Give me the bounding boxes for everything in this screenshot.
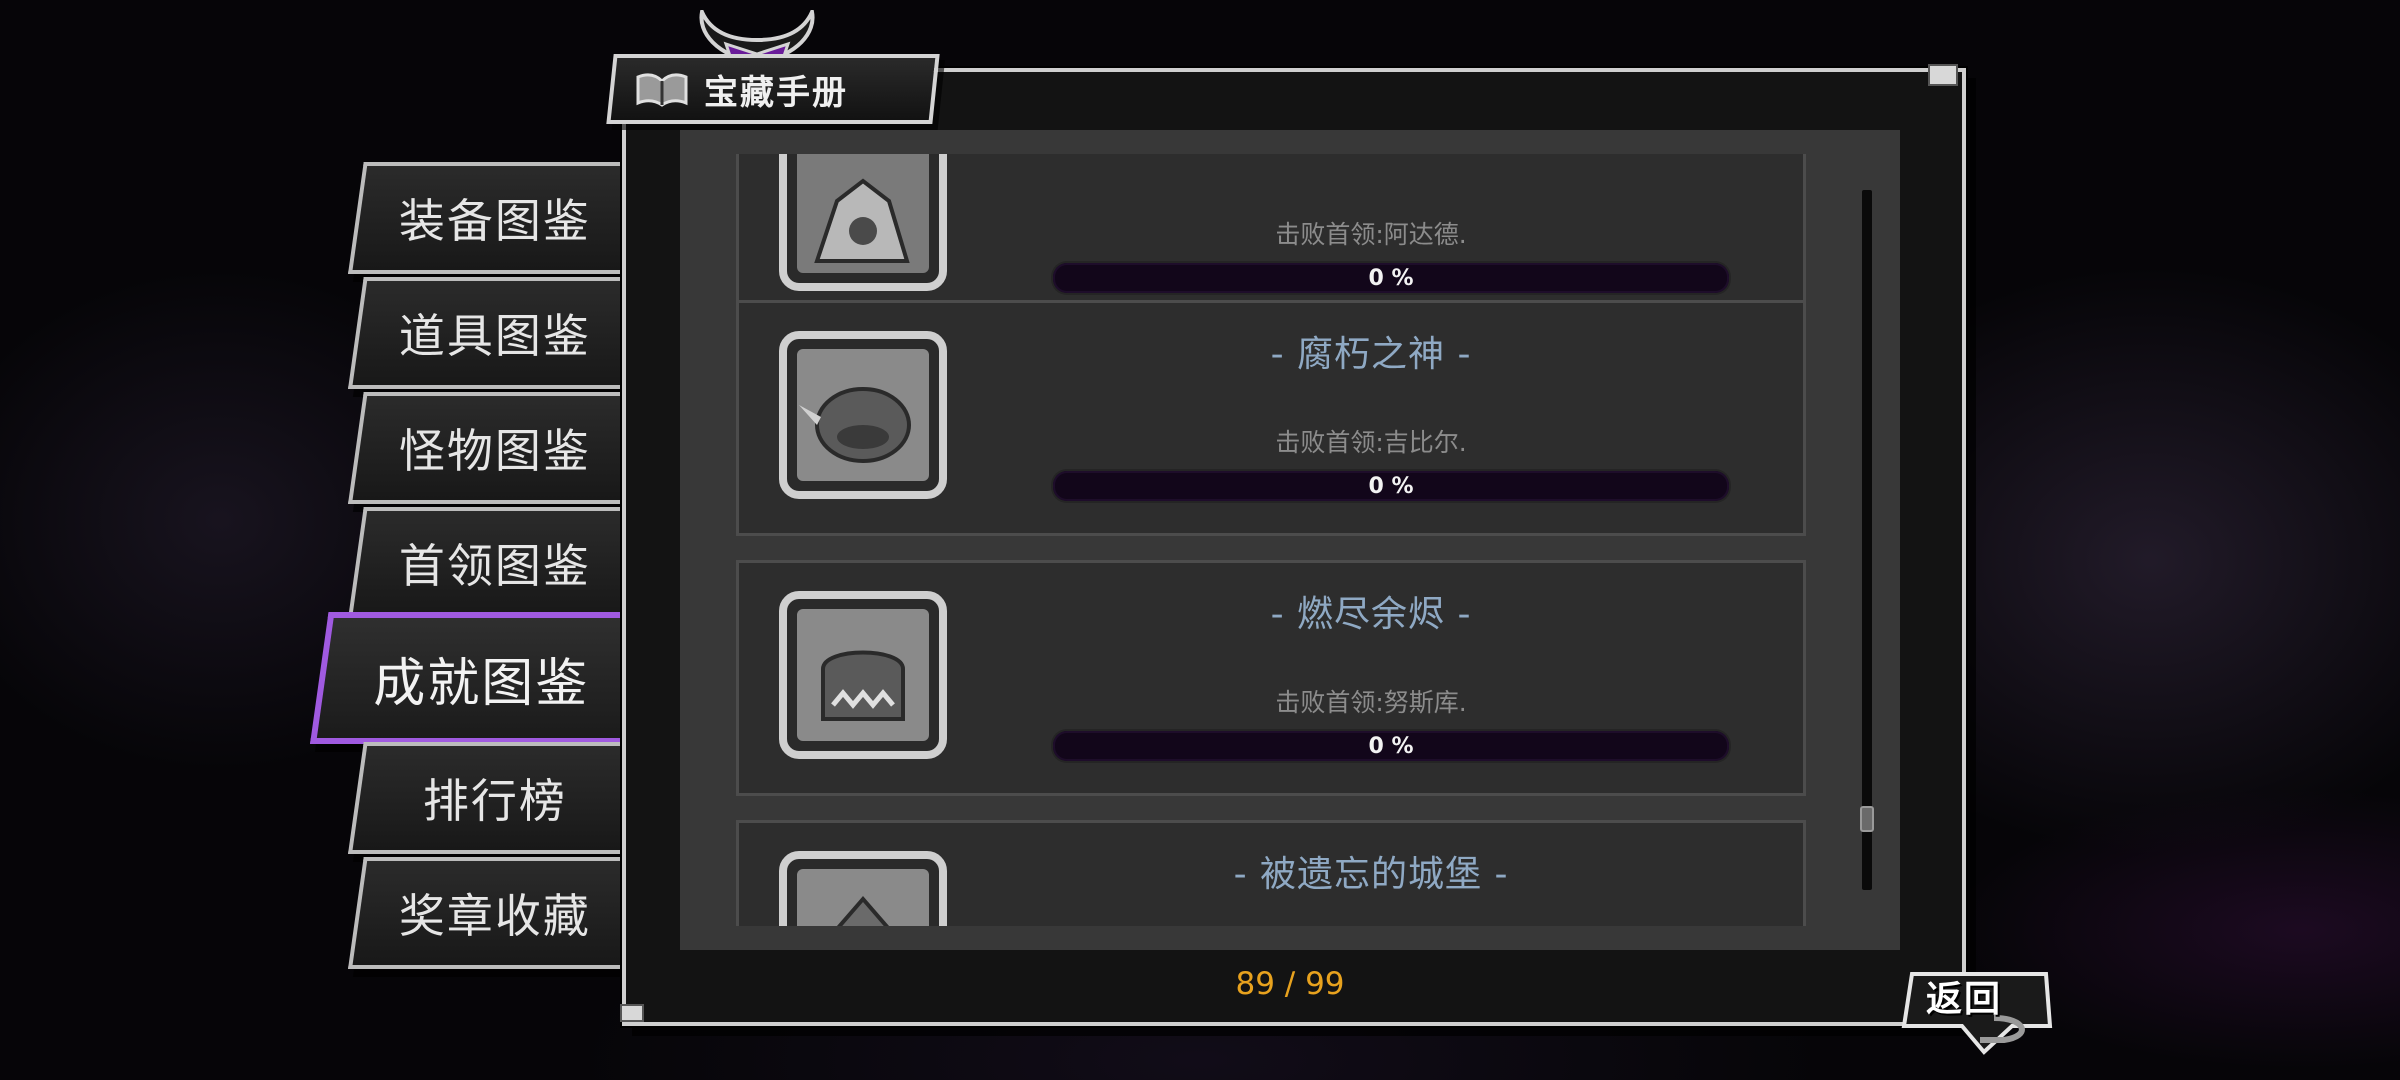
scrollbar-track[interactable] [1862, 190, 1872, 890]
tab-label: 成就图鉴 [373, 653, 590, 714]
page-title: 宝藏手册 [704, 72, 848, 113]
tab-leaderboard[interactable]: 排行榜 [348, 742, 638, 854]
progress-bar: 0 % [1053, 263, 1729, 293]
page-counter: 89 / 99 [1235, 966, 1345, 1002]
panel-corner-ornament [620, 1004, 644, 1022]
achievement-title: - 被遗忘的城堡 - [1233, 854, 1509, 895]
achievement-description: 击败首领:阿达德. [1275, 220, 1467, 249]
achievement-title: - 腐朽之神 - [1270, 334, 1472, 375]
boss-portrait-icon [779, 851, 947, 926]
tab-label: 装备图鉴 [398, 194, 591, 248]
progress-bar: 0 % [1053, 731, 1729, 761]
tab-item-codex[interactable]: 道具图鉴 [348, 277, 638, 389]
back-button-label[interactable]: 返回 [1926, 970, 2012, 1022]
progress-label: 0 % [1368, 473, 1414, 499]
scrollbar-thumb[interactable] [1860, 806, 1874, 832]
tab-label: 排行榜 [422, 774, 567, 828]
tab-boss-codex[interactable]: 首领图鉴 [348, 507, 638, 619]
tab-equipment-codex[interactable]: 装备图鉴 [348, 162, 638, 274]
progress-label: 0 % [1368, 265, 1414, 291]
achievement-title: - 燃尽余烬 - [1270, 594, 1472, 635]
achievement-list[interactable]: 击败首领:阿达德. 0 % - 腐朽之神 - 击败首领:吉比尔. 0 % - 燃… [680, 154, 1850, 926]
tab-achievement-codex[interactable]: 成就图鉴 [310, 612, 647, 744]
book-icon [636, 73, 688, 107]
achievement-card[interactable]: 击败首领:阿达德. 0 % [736, 154, 1806, 318]
boss-portrait-icon [779, 591, 947, 759]
tab-monster-codex[interactable]: 怪物图鉴 [348, 392, 638, 504]
achievement-description: 击败首领:吉比尔. [1275, 428, 1467, 457]
progress-bar: 0 % [1053, 471, 1729, 501]
boss-portrait-icon [779, 154, 947, 291]
achievement-description: 击败首领:努斯库. [1275, 688, 1467, 717]
progress-label: 0 % [1368, 733, 1414, 759]
tab-label: 奖章收藏 [398, 889, 591, 943]
tab-label: 首领图鉴 [398, 539, 591, 593]
panel-corner-ornament [1928, 64, 1958, 86]
codex-header: 宝藏手册 [606, 54, 940, 124]
boss-portrait-icon [779, 331, 947, 499]
achievement-card[interactable]: - 燃尽余烬 - 击败首领:努斯库. 0 % [736, 560, 1806, 796]
achievement-card[interactable]: - 被遗忘的城堡 - [736, 820, 1806, 926]
tab-label: 怪物图鉴 [398, 424, 591, 478]
tab-label: 道具图鉴 [398, 309, 591, 363]
tab-medal-collection[interactable]: 奖章收藏 [348, 857, 638, 969]
achievement-card[interactable]: - 腐朽之神 - 击败首领:吉比尔. 0 % [736, 300, 1806, 536]
